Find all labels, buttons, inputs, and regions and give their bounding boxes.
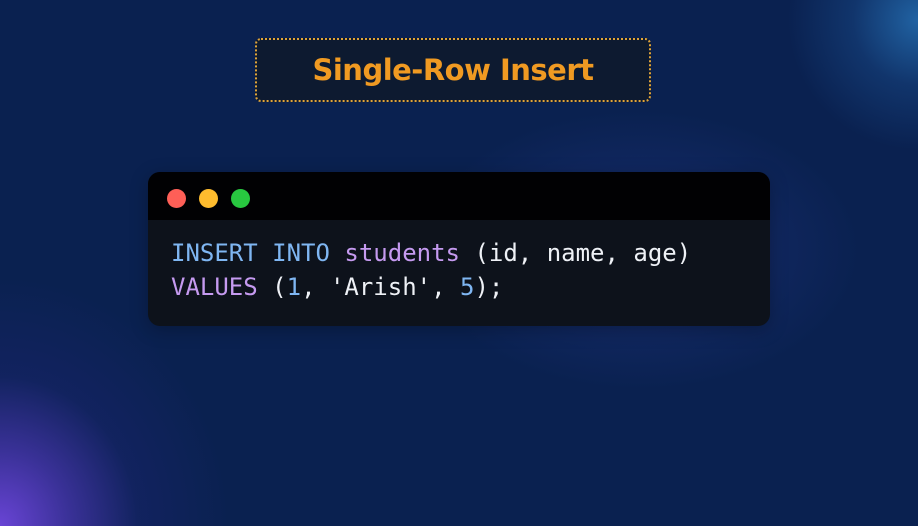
- maximize-dot-icon[interactable]: [231, 189, 250, 208]
- window-titlebar: [148, 172, 770, 220]
- punct-close: );: [474, 273, 504, 301]
- keyword-insert: INSERT: [171, 239, 258, 267]
- value-id: 1: [286, 273, 302, 301]
- value-age: 5: [460, 273, 475, 301]
- minimize-dot-icon[interactable]: [199, 189, 218, 208]
- close-dot-icon[interactable]: [167, 189, 186, 208]
- column-list: (id, name, age): [460, 239, 692, 267]
- code-block: INSERT INTO students (id, name, age) VALU…: [171, 236, 691, 304]
- value-name: , 'Arish',: [301, 273, 461, 301]
- code-line-2: VALUES (1, 'Arish', 5);: [171, 270, 691, 304]
- page-title: Single-Row Insert: [312, 53, 594, 87]
- code-window: INSERT INTO students (id, name, age) VALU…: [148, 172, 770, 326]
- code-line-1: INSERT INTO students (id, name, age): [171, 236, 691, 270]
- title-badge: Single-Row Insert: [255, 38, 651, 102]
- keyword-into: INTO: [272, 239, 330, 267]
- punct-open: (: [257, 273, 287, 301]
- table-name: students: [344, 239, 460, 267]
- keyword-values: VALUES: [171, 273, 258, 301]
